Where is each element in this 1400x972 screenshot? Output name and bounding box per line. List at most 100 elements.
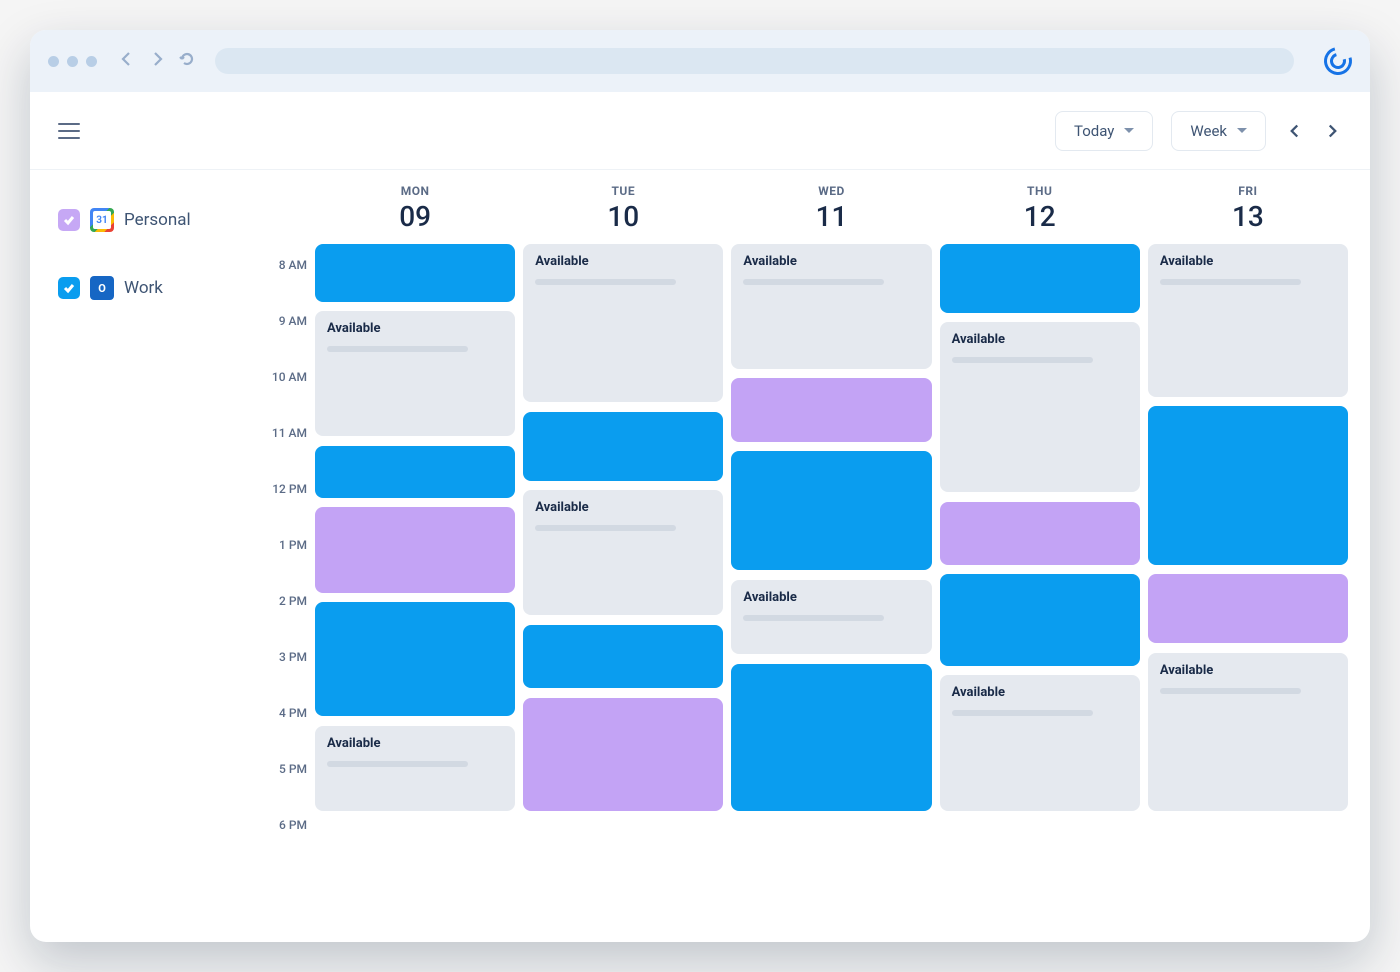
calendar: 8 AM9 AM10 AM11 AM12 PM1 PM2 PM3 PM4 PM5… <box>255 170 1370 942</box>
gcal-icon <box>90 208 114 232</box>
event-title: Available <box>743 590 919 605</box>
day-body[interactable]: Available Available <box>523 244 723 942</box>
time-axis: 8 AM9 AM10 AM11 AM12 PM1 PM2 PM3 PM4 PM5… <box>255 184 315 942</box>
calendar-event[interactable] <box>940 574 1140 665</box>
day-header: TUE 10 <box>523 184 723 244</box>
calendar-event[interactable] <box>523 698 723 812</box>
day-of-week: THU <box>940 184 1140 198</box>
time-label: 6 PM <box>255 818 307 874</box>
calendar-event[interactable] <box>315 507 515 593</box>
day-of-week: WED <box>731 184 931 198</box>
placeholder-line <box>327 761 468 767</box>
day-column: TUE 10 Available Available <box>523 184 723 942</box>
day-number: 13 <box>1148 200 1348 233</box>
forward-icon[interactable] <box>149 51 165 71</box>
calendar-event[interactable] <box>523 412 723 481</box>
available-slot[interactable]: Available <box>731 580 931 654</box>
time-label: 1 PM <box>255 538 307 594</box>
day-number: 10 <box>523 200 723 233</box>
day-column: WED 11 Available Available <box>731 184 931 942</box>
placeholder-line <box>535 279 676 285</box>
calendar-event[interactable] <box>1148 574 1348 643</box>
day-column: FRI 13 Available Available <box>1148 184 1348 942</box>
browser-chrome <box>30 30 1370 92</box>
day-of-week: TUE <box>523 184 723 198</box>
calendar-event[interactable] <box>731 378 931 441</box>
event-title: Available <box>952 685 1128 700</box>
placeholder-line <box>1160 688 1301 694</box>
calendar-toggle-work[interactable]: Work <box>58 268 255 308</box>
available-slot[interactable]: Available <box>940 322 1140 492</box>
prev-button[interactable] <box>1284 123 1304 139</box>
day-body[interactable]: Available Available <box>315 244 515 942</box>
today-label: Today <box>1074 122 1114 140</box>
next-button[interactable] <box>1322 123 1342 139</box>
placeholder-line <box>327 346 468 352</box>
calendar-label: Work <box>124 278 163 298</box>
event-title: Available <box>1160 254 1336 269</box>
day-of-week: MON <box>315 184 515 198</box>
available-slot[interactable]: Available <box>1148 653 1348 811</box>
day-of-week: FRI <box>1148 184 1348 198</box>
toolbar: Today Week <box>30 92 1370 170</box>
day-number: 09 <box>315 200 515 233</box>
today-dropdown[interactable]: Today <box>1055 111 1153 151</box>
calendar-event[interactable] <box>523 625 723 688</box>
day-number: 11 <box>731 200 931 233</box>
available-slot[interactable]: Available <box>315 311 515 436</box>
calendar-event[interactable] <box>315 602 515 716</box>
day-column: THU 12 Available Available <box>940 184 1140 942</box>
event-title: Available <box>952 332 1128 347</box>
time-label: 12 PM <box>255 482 307 538</box>
reload-icon[interactable] <box>179 51 195 71</box>
view-label: Week <box>1190 122 1227 140</box>
day-number: 12 <box>940 200 1140 233</box>
time-label: 8 AM <box>255 258 307 314</box>
day-body[interactable]: Available Available <box>940 244 1140 942</box>
checkbox-icon <box>58 277 80 299</box>
available-slot[interactable]: Available <box>731 244 931 369</box>
calendar-event[interactable] <box>731 664 931 811</box>
time-label: 2 PM <box>255 594 307 650</box>
outlook-icon <box>90 276 114 300</box>
view-dropdown[interactable]: Week <box>1171 111 1266 151</box>
day-body[interactable]: Available Available <box>731 244 931 942</box>
placeholder-line <box>952 357 1093 363</box>
time-label: 3 PM <box>255 650 307 706</box>
day-header: THU 12 <box>940 184 1140 244</box>
day-header: MON 09 <box>315 184 515 244</box>
url-bar[interactable] <box>215 48 1294 74</box>
day-body[interactable]: Available Available <box>1148 244 1348 942</box>
available-slot[interactable]: Available <box>523 244 723 402</box>
event-title: Available <box>327 736 503 751</box>
time-label: 9 AM <box>255 314 307 370</box>
available-slot[interactable]: Available <box>523 490 723 615</box>
calendar-event[interactable] <box>315 446 515 498</box>
day-column: MON 09 Available Available <box>315 184 515 942</box>
time-label: 4 PM <box>255 706 307 762</box>
day-header: FRI 13 <box>1148 184 1348 244</box>
placeholder-line <box>1160 279 1301 285</box>
event-title: Available <box>743 254 919 269</box>
back-icon[interactable] <box>119 51 135 71</box>
day-header: WED 11 <box>731 184 931 244</box>
time-label: 11 AM <box>255 426 307 482</box>
placeholder-line <box>743 279 884 285</box>
calendly-logo-icon <box>1319 42 1357 80</box>
menu-icon[interactable] <box>58 123 80 139</box>
calendar-toggle-personal[interactable]: Personal <box>58 200 255 240</box>
time-label: 5 PM <box>255 762 307 818</box>
available-slot[interactable]: Available <box>1148 244 1348 397</box>
available-slot[interactable]: Available <box>315 726 515 812</box>
calendar-event[interactable] <box>1148 406 1348 564</box>
window-controls[interactable] <box>48 56 97 67</box>
sidebar: Personal Work <box>30 170 255 942</box>
calendar-event[interactable] <box>731 451 931 570</box>
chevron-down-icon <box>1124 128 1134 133</box>
calendar-event[interactable] <box>940 244 1140 313</box>
calendar-event[interactable] <box>315 244 515 302</box>
event-title: Available <box>535 254 711 269</box>
calendar-event[interactable] <box>940 502 1140 565</box>
available-slot[interactable]: Available <box>940 675 1140 811</box>
app-window: Today Week Personal Work 8 AM9 AM10 AM11… <box>30 30 1370 942</box>
